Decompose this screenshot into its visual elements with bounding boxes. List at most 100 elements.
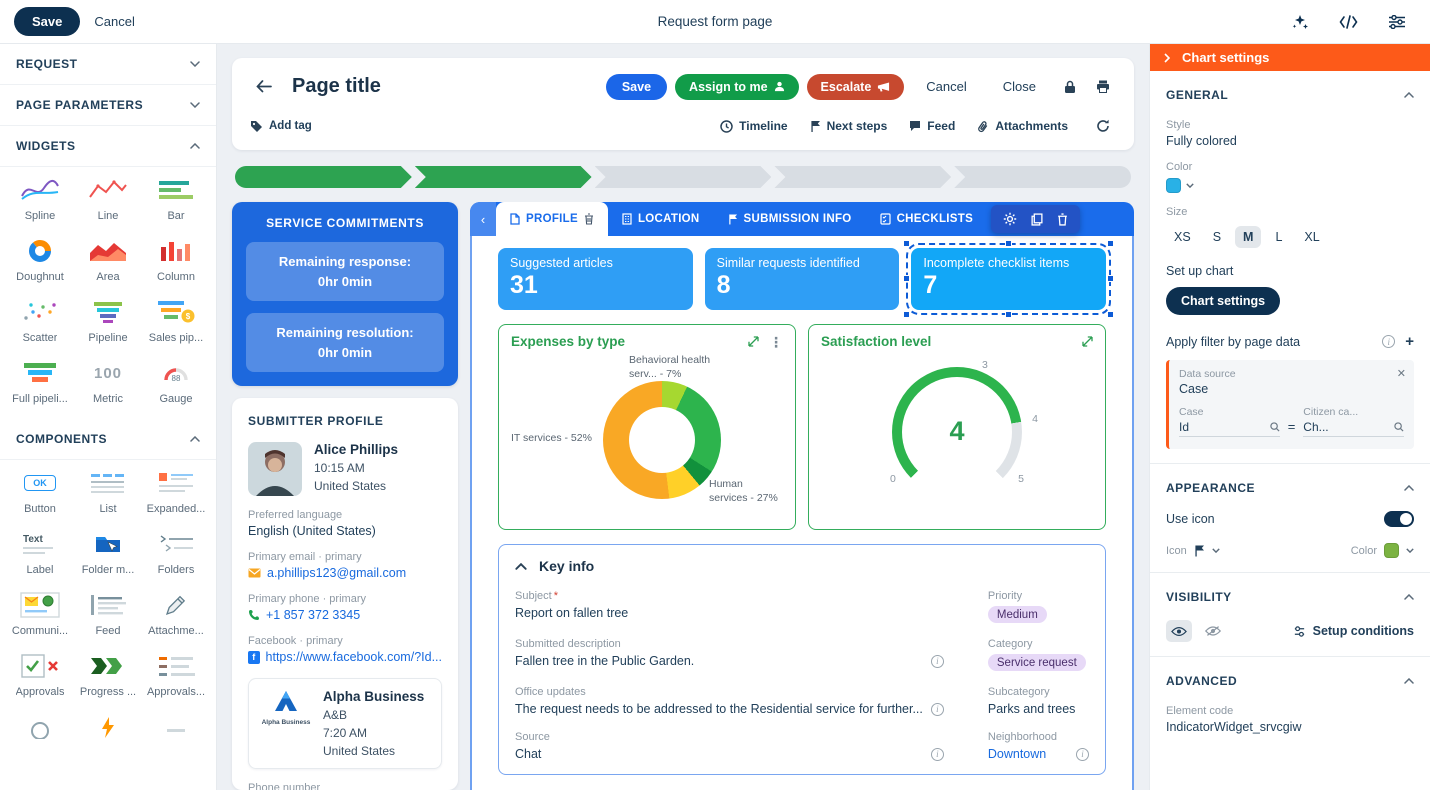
subject-field[interactable]: Subject* Report on fallen tree (515, 590, 944, 623)
info-icon[interactable]: i (931, 655, 944, 668)
use-icon-toggle[interactable] (1384, 511, 1414, 527)
widget-bar[interactable]: Bar (142, 177, 210, 222)
assign-to-me-button[interactable]: Assign to me (675, 74, 799, 100)
element-code-value[interactable]: IndicatorWidget_srvcgiw (1166, 720, 1414, 734)
collapse-chevron-icon[interactable] (515, 563, 527, 570)
element-copy-icon[interactable] (1031, 213, 1043, 226)
filter-right-column[interactable]: Citizen ca... Ch... (1303, 406, 1404, 437)
add-filter-button[interactable]: + (1405, 333, 1414, 350)
widget-pipeline[interactable]: Pipeline (74, 299, 142, 344)
feed-link[interactable]: Feed (909, 119, 955, 133)
escalate-button[interactable]: Escalate (807, 74, 905, 100)
selection-handle[interactable] (1107, 311, 1114, 318)
doughnut-graphic[interactable] (603, 381, 721, 499)
sidebar-section-request[interactable]: REQUEST (0, 44, 216, 85)
metric-tile-similar-requests[interactable]: Similar requests identified 8 (705, 248, 900, 310)
record-save-button[interactable]: Save (606, 74, 667, 100)
info-icon[interactable]: i (1076, 748, 1089, 761)
hidden-icon[interactable] (1200, 620, 1226, 642)
submitter-email-link[interactable]: a.phillips123@gmail.com (267, 566, 406, 580)
source-code-icon[interactable] (1339, 15, 1358, 29)
size-option-l[interactable]: L (1267, 226, 1290, 248)
element-settings-icon[interactable] (1003, 212, 1017, 226)
submitter-name[interactable]: Alice Phillips (314, 442, 398, 457)
submitter-phone-link[interactable]: +1 857 372 3345 (266, 608, 360, 622)
submitter-facebook-link[interactable]: https://www.facebook.com/?Id... (266, 650, 442, 664)
info-icon[interactable]: i (1382, 335, 1395, 348)
component-button[interactable]: OK Button (6, 470, 74, 515)
timeline-link[interactable]: Timeline (720, 119, 787, 133)
designer-save-button[interactable]: Save (14, 7, 80, 36)
remove-filter-icon[interactable]: ✕ (1397, 367, 1406, 380)
neighborhood-link[interactable]: Downtown (988, 747, 1068, 761)
settings-panel-header[interactable]: Chart settings (1150, 44, 1430, 71)
selection-handle[interactable] (903, 240, 910, 247)
component-expanded-list[interactable]: Expanded... (142, 470, 210, 515)
section-general[interactable]: GENERAL (1166, 71, 1414, 106)
next-steps-link[interactable]: Next steps (810, 119, 888, 133)
stage-segment-3[interactable] (595, 166, 772, 188)
filter-left-column[interactable]: Case Id (1179, 406, 1280, 437)
page-settings-icon[interactable] (1388, 15, 1406, 29)
element-delete-icon[interactable] (1057, 213, 1068, 226)
sidebar-section-components[interactable]: COMPONENTS (0, 419, 216, 460)
section-visibility[interactable]: VISIBILITY (1166, 573, 1414, 608)
account-name[interactable]: Alpha Business (323, 689, 424, 704)
designer-cancel-button[interactable]: Cancel (80, 7, 148, 36)
data-source-value[interactable]: Case (1179, 382, 1404, 396)
record-close-button[interactable]: Close (989, 72, 1050, 101)
office-updates-field[interactable]: Office updates The request needs to be a… (515, 686, 944, 716)
widget-scatter[interactable]: Scatter (6, 299, 74, 344)
add-tag-button[interactable]: Add tag (250, 120, 312, 133)
category-field[interactable]: Category Service request (988, 638, 1089, 671)
stage-segment-4[interactable] (774, 166, 951, 188)
priority-field[interactable]: Priority Medium (988, 590, 1089, 623)
component-label[interactable]: Text Label (6, 531, 74, 576)
selection-handle[interactable] (903, 275, 910, 282)
visible-icon[interactable] (1166, 620, 1192, 642)
size-option-s[interactable]: S (1205, 226, 1229, 248)
component-folder-manager[interactable]: Folder m... (74, 531, 142, 576)
expenses-by-type-chart[interactable]: Expenses by type ⋮ Behavioral health ser… (498, 324, 796, 530)
widget-spline[interactable]: Spline (6, 177, 74, 222)
metric-tile-incomplete-checklist[interactable]: Incomplete checklist items 7 (911, 248, 1106, 310)
selection-handle[interactable] (1107, 240, 1114, 247)
tab-location[interactable]: LOCATION (608, 202, 714, 236)
component-approvals[interactable]: Approvals (6, 653, 74, 698)
section-appearance[interactable]: APPEARANCE (1166, 464, 1414, 499)
info-icon[interactable]: i (931, 748, 944, 761)
component-feed[interactable]: Feed (74, 592, 142, 637)
component-communication[interactable]: Communi... (6, 592, 74, 637)
satisfaction-level-chart[interactable]: Satisfaction level 4 0 3 (808, 324, 1106, 530)
trash-icon[interactable] (584, 213, 594, 225)
widget-doughnut[interactable]: Doughnut (6, 238, 74, 283)
tab-profile[interactable]: PROFILE (496, 202, 608, 236)
chart-settings-button[interactable]: Chart settings (1166, 287, 1280, 315)
component-partial-3[interactable] (142, 714, 210, 740)
widget-sales-pipeline[interactable]: $ Sales pip... (142, 299, 210, 344)
widget-full-pipeline[interactable]: Full pipeli... (6, 360, 74, 405)
icon-color-picker[interactable]: Color (1351, 543, 1414, 558)
info-icon[interactable]: i (931, 703, 944, 716)
submitted-description-field[interactable]: Submitted description Fallen tree in the… (515, 638, 944, 671)
size-option-xs[interactable]: XS (1166, 226, 1199, 248)
ai-features-icon[interactable] (1291, 13, 1309, 31)
stage-segment-2[interactable] (415, 166, 592, 188)
metric-tile-suggested-articles[interactable]: Suggested articles 31 (498, 248, 693, 310)
component-partial-2[interactable] (74, 714, 142, 740)
attachments-link[interactable]: Attachments (977, 119, 1068, 133)
account-card[interactable]: Alpha Business Alpha Business A&B 7:20 A… (248, 678, 442, 769)
sidebar-section-widgets[interactable]: WIDGETS (0, 126, 216, 167)
tab-submission-info[interactable]: SUBMISSION INFO (714, 202, 866, 236)
selection-handle[interactable] (1005, 240, 1012, 247)
selection-handle[interactable] (903, 311, 910, 318)
selection-handle[interactable] (1005, 311, 1012, 318)
service-commitments-widget[interactable]: SERVICE COMMITMENTS Remaining response: … (232, 202, 458, 386)
style-value[interactable]: Fully colored (1166, 134, 1414, 148)
chart-menu-icon[interactable]: ⋮ (769, 337, 783, 347)
stage-segment-5[interactable] (954, 166, 1131, 188)
expand-icon[interactable] (748, 336, 759, 347)
component-approvals-list[interactable]: Approvals... (142, 653, 210, 698)
refresh-icon[interactable] (1090, 115, 1116, 137)
back-arrow-icon[interactable] (250, 76, 278, 97)
